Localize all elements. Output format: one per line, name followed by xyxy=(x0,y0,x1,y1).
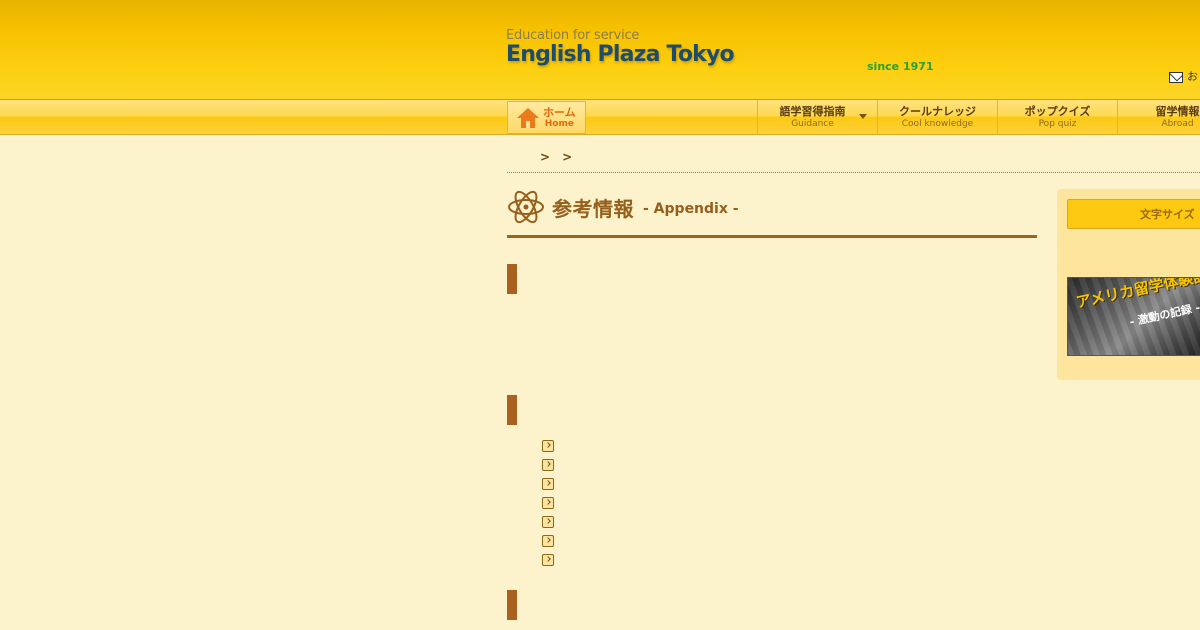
list-item[interactable] xyxy=(542,436,554,455)
font-size-control[interactable]: 文字サイズ xyxy=(1067,199,1200,229)
link-arrow-icon xyxy=(542,458,554,471)
nav-item-pop-quiz[interactable]: ポップクイズ Pop quiz xyxy=(997,100,1117,135)
breadcrumb-separator-icon: > xyxy=(562,150,573,164)
sidebar: 文字サイズ アメリカ留学体験記 - 激動の記録 - xyxy=(1057,189,1200,380)
link-arrow-icon xyxy=(542,439,554,452)
section-heading-marker xyxy=(507,395,517,425)
link-arrow-icon xyxy=(542,534,554,547)
nav-item-abroad[interactable]: 留学情報 Abroad xyxy=(1117,100,1200,135)
page-title-en: - Appendix - xyxy=(643,201,739,217)
dropdown-arrow-icon xyxy=(859,114,867,119)
home-icon xyxy=(517,107,539,128)
site-logo[interactable]: Education for service English Plaza Toky… xyxy=(506,28,735,67)
nav-item-label-jp: ポップクイズ xyxy=(1024,105,1091,118)
contact-label: お xyxy=(1187,70,1198,83)
nav-item-label-en: Pop quiz xyxy=(1038,119,1077,129)
link-arrow-icon xyxy=(542,477,554,490)
list-item[interactable] xyxy=(542,512,554,531)
nav-home-label-jp: ホーム xyxy=(543,105,576,119)
breadcrumb-divider xyxy=(507,172,1200,173)
logo-tagline: Education for service xyxy=(506,28,640,43)
list-item[interactable] xyxy=(542,531,554,550)
page-title: 参考情報 - Appendix - xyxy=(507,188,739,226)
study-abroad-banner[interactable]: アメリカ留学体験記 - 激動の記録 - xyxy=(1067,277,1200,356)
nav-item-label-jp: クールナレッジ xyxy=(899,105,976,118)
font-size-label: 文字サイズ xyxy=(1140,208,1195,221)
list-item[interactable] xyxy=(542,493,554,512)
nav-home[interactable]: ホーム Home xyxy=(507,101,586,134)
nav-item-label-en: Abroad xyxy=(1161,119,1194,129)
nav-home-label-en: Home xyxy=(544,118,574,129)
site-header: Education for service English Plaza Toky… xyxy=(0,0,1200,100)
link-arrow-icon xyxy=(542,553,554,566)
nav-item-cool-knowledge[interactable]: クールナレッジ Cool knowledge xyxy=(877,100,997,135)
contact-link[interactable]: お xyxy=(1169,71,1198,83)
section-heading-marker xyxy=(507,590,517,620)
global-nav: ホーム Home 語学習得指南 Guidance クールナレッジ Cool kn… xyxy=(0,100,1200,135)
appendix-link-list xyxy=(542,436,554,569)
list-item[interactable] xyxy=(542,550,554,569)
breadcrumb-separator-icon: > xyxy=(540,150,551,164)
link-arrow-icon xyxy=(542,515,554,528)
list-item[interactable] xyxy=(542,455,554,474)
mail-icon xyxy=(1169,71,1183,83)
nav-item-label-jp: 語学習得指南 xyxy=(779,105,846,118)
nav-item-label-en: Cool knowledge xyxy=(901,119,974,129)
list-item[interactable] xyxy=(542,474,554,493)
nav-item-guidance[interactable]: 語学習得指南 Guidance xyxy=(757,100,877,135)
since-text: since 1971 xyxy=(867,60,934,73)
nav-item-label-en: Guidance xyxy=(791,119,834,129)
link-arrow-icon xyxy=(542,496,554,509)
logo-site-name: English Plaza Tokyo xyxy=(506,42,735,67)
atom-icon xyxy=(508,190,544,224)
page-title-jp: 参考情報 xyxy=(552,196,634,221)
breadcrumb: > > xyxy=(540,150,572,164)
nav-item-label-jp: 留学情報 xyxy=(1155,105,1200,118)
section-heading-marker xyxy=(507,264,517,294)
title-underline xyxy=(507,235,1037,238)
